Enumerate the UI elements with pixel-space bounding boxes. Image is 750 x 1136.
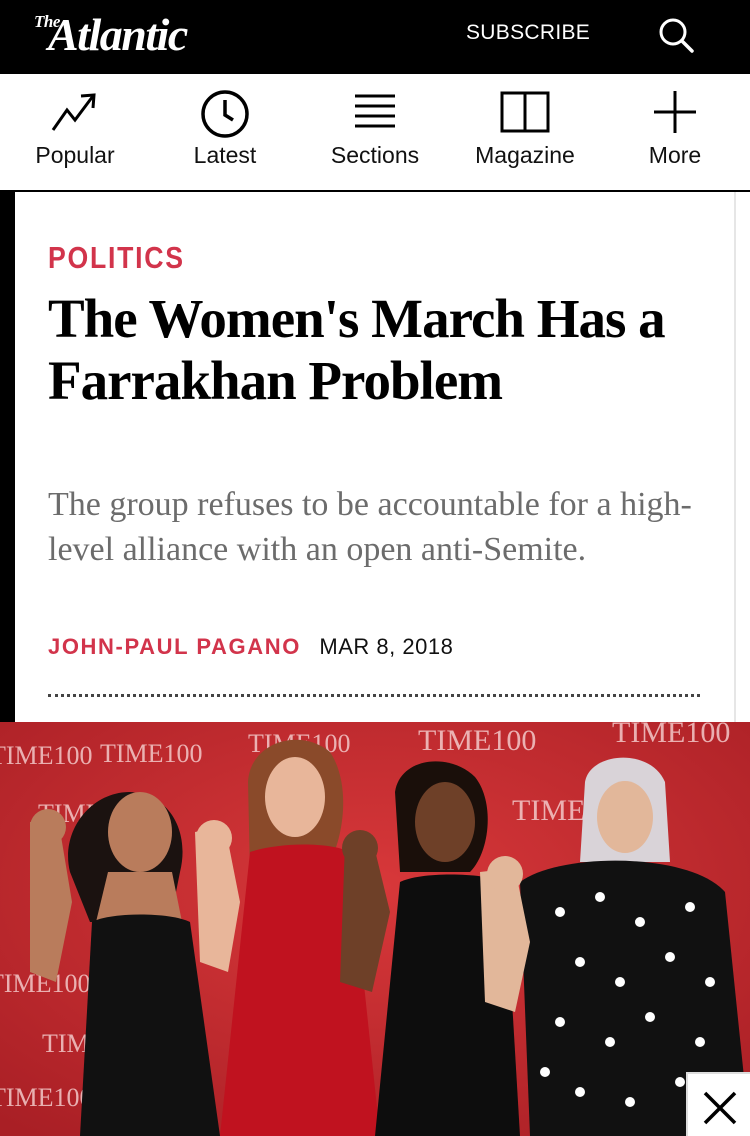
article-dek: The group refuses to be accountable for … — [48, 486, 692, 568]
hero-image: TIME100 TIME100 TIME100 TIME100 TIME100 … — [0, 722, 750, 1136]
section-label[interactable]: POLITICS — [48, 240, 185, 276]
backdrop-logo: TIME100 — [100, 739, 203, 768]
nav-item-sections[interactable]: Sections — [300, 74, 450, 190]
nav-label-sections: Sections — [330, 142, 420, 168]
search-icon — [659, 18, 694, 53]
backdrop-logo: TIME100 — [0, 1083, 93, 1112]
dotted-divider — [48, 694, 700, 697]
subscribe-link[interactable]: SUBSCRIBE — [466, 21, 590, 45]
nav-label-latest: Latest — [193, 142, 257, 168]
article-headline: The Women's March Has a Farrakhan Proble… — [48, 288, 666, 411]
nav-label-magazine: Magazine — [475, 142, 575, 168]
nav-label-popular: Popular — [35, 142, 115, 168]
main-nav: Popular Latest Sections Magazine More — [0, 74, 750, 192]
right-divider — [734, 192, 736, 722]
search-button[interactable] — [652, 12, 700, 60]
backdrop-logo: TIME100 — [418, 724, 536, 757]
clock-icon — [201, 90, 249, 138]
nav-item-more[interactable]: More — [600, 74, 750, 190]
menu-icon — [355, 94, 395, 128]
close-icon — [703, 1091, 737, 1125]
nav-item-latest[interactable]: Latest — [150, 74, 300, 190]
hero-photo-illustration: TIME100 TIME100 TIME100 TIME100 TIME100 … — [0, 722, 750, 1136]
close-button[interactable] — [686, 1072, 750, 1136]
nav-item-popular[interactable]: Popular — [0, 74, 150, 190]
left-accent-rule — [0, 192, 15, 722]
author-link[interactable]: JOHN-PAUL PAGANO — [48, 634, 301, 659]
site-header: The Atlantic SUBSCRIBE — [0, 0, 750, 74]
nav-item-magazine[interactable]: Magazine — [450, 74, 600, 190]
nav-label-more: More — [648, 142, 702, 168]
backdrop-logo: TIME100 — [0, 741, 93, 770]
publish-date: MAR 8, 2018 — [319, 634, 454, 659]
backdrop-logo: TIME100 — [612, 722, 730, 749]
logo-main-text: Atlantic — [48, 9, 188, 60]
book-icon — [500, 91, 550, 133]
article-header: POLITICS The Women's March Has a Farrakh… — [0, 192, 750, 722]
byline: JOHN-PAUL PAGANO MAR 8, 2018 — [48, 634, 453, 660]
plus-icon — [654, 91, 696, 133]
trending-icon — [51, 93, 96, 131]
